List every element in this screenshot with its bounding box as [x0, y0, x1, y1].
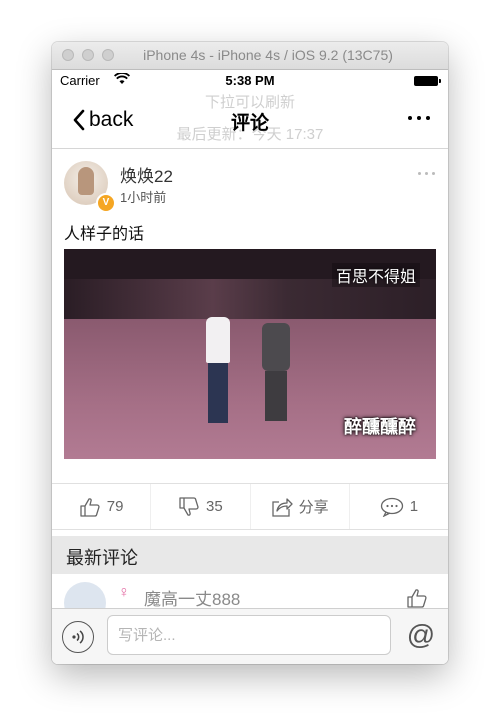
- more-button[interactable]: [408, 116, 430, 120]
- video-dancer: [206, 309, 230, 425]
- post-username[interactable]: 焕焕22: [120, 162, 173, 187]
- back-label: back: [89, 108, 134, 131]
- share-button[interactable]: 分享: [251, 484, 350, 529]
- video-watermark: 百思不得姐: [331, 263, 420, 287]
- comment-username[interactable]: 魔高一丈888: [144, 585, 240, 610]
- share-label: 分享: [298, 499, 329, 516]
- back-button[interactable]: back: [72, 107, 133, 133]
- female-icon: ♀: [118, 584, 130, 601]
- comment-input[interactable]: [107, 615, 391, 655]
- post-more-button[interactable]: [418, 172, 435, 175]
- status-bar: Carrier 5:38 PM: [52, 70, 448, 90]
- video-subtitle: 醉醺醺醉: [344, 417, 416, 437]
- post-text: 人样子的话: [64, 226, 145, 243]
- section-title: 最新评论: [66, 548, 138, 568]
- simulator-window: iPhone 4s - iPhone 4s / iOS 9.2 (13C75) …: [52, 42, 448, 664]
- thumbs-up-icon: [80, 497, 100, 517]
- chevron-left-icon: [73, 109, 85, 131]
- simulator-title: iPhone 4s - iPhone 4s / iOS 9.2 (13C75): [143, 47, 393, 63]
- thumbs-down-icon: [179, 496, 199, 516]
- battery-icon: [414, 76, 441, 86]
- ellipsis-icon: [418, 172, 421, 175]
- dislike-button[interactable]: 35: [151, 484, 251, 529]
- comment-input-bar: @: [52, 608, 448, 664]
- simulator-titlebar: iPhone 4s - iPhone 4s / iOS 9.2 (13C75): [52, 42, 448, 70]
- post-actions: 79 35 分享 1: [52, 483, 448, 530]
- at-icon[interactable]: @: [404, 618, 438, 652]
- like-button[interactable]: 79: [52, 484, 152, 529]
- post-time: 1小时前: [120, 190, 167, 205]
- video-dancer: [262, 317, 290, 421]
- status-time: 5:38 PM: [225, 73, 275, 88]
- navigation-bar: back 评论: [52, 90, 448, 149]
- comment-count: 1: [409, 498, 419, 515]
- post-video[interactable]: 百思不得姐 醉醺醺醉: [64, 249, 436, 459]
- speech-bubble-icon: [380, 497, 403, 517]
- comment-button[interactable]: 1: [350, 484, 448, 529]
- like-count: 79: [106, 498, 124, 515]
- post-card: V 焕焕22 1小时前 人样子的话 百思不得姐 醉醺醺醉: [52, 149, 448, 509]
- latest-comments-header: 最新评论: [52, 536, 448, 574]
- verified-badge-icon: V: [96, 193, 116, 213]
- voice-icon: [72, 630, 84, 644]
- thumbs-up-icon[interactable]: [406, 588, 428, 608]
- ellipsis-icon: [408, 116, 412, 120]
- dislike-count: 35: [206, 498, 223, 515]
- phone-screen: Carrier 5:38 PM 下拉可以刷新 最后更新：今天 17:37 bac…: [52, 70, 448, 664]
- share-icon: [271, 497, 293, 517]
- voice-button[interactable]: [62, 621, 94, 653]
